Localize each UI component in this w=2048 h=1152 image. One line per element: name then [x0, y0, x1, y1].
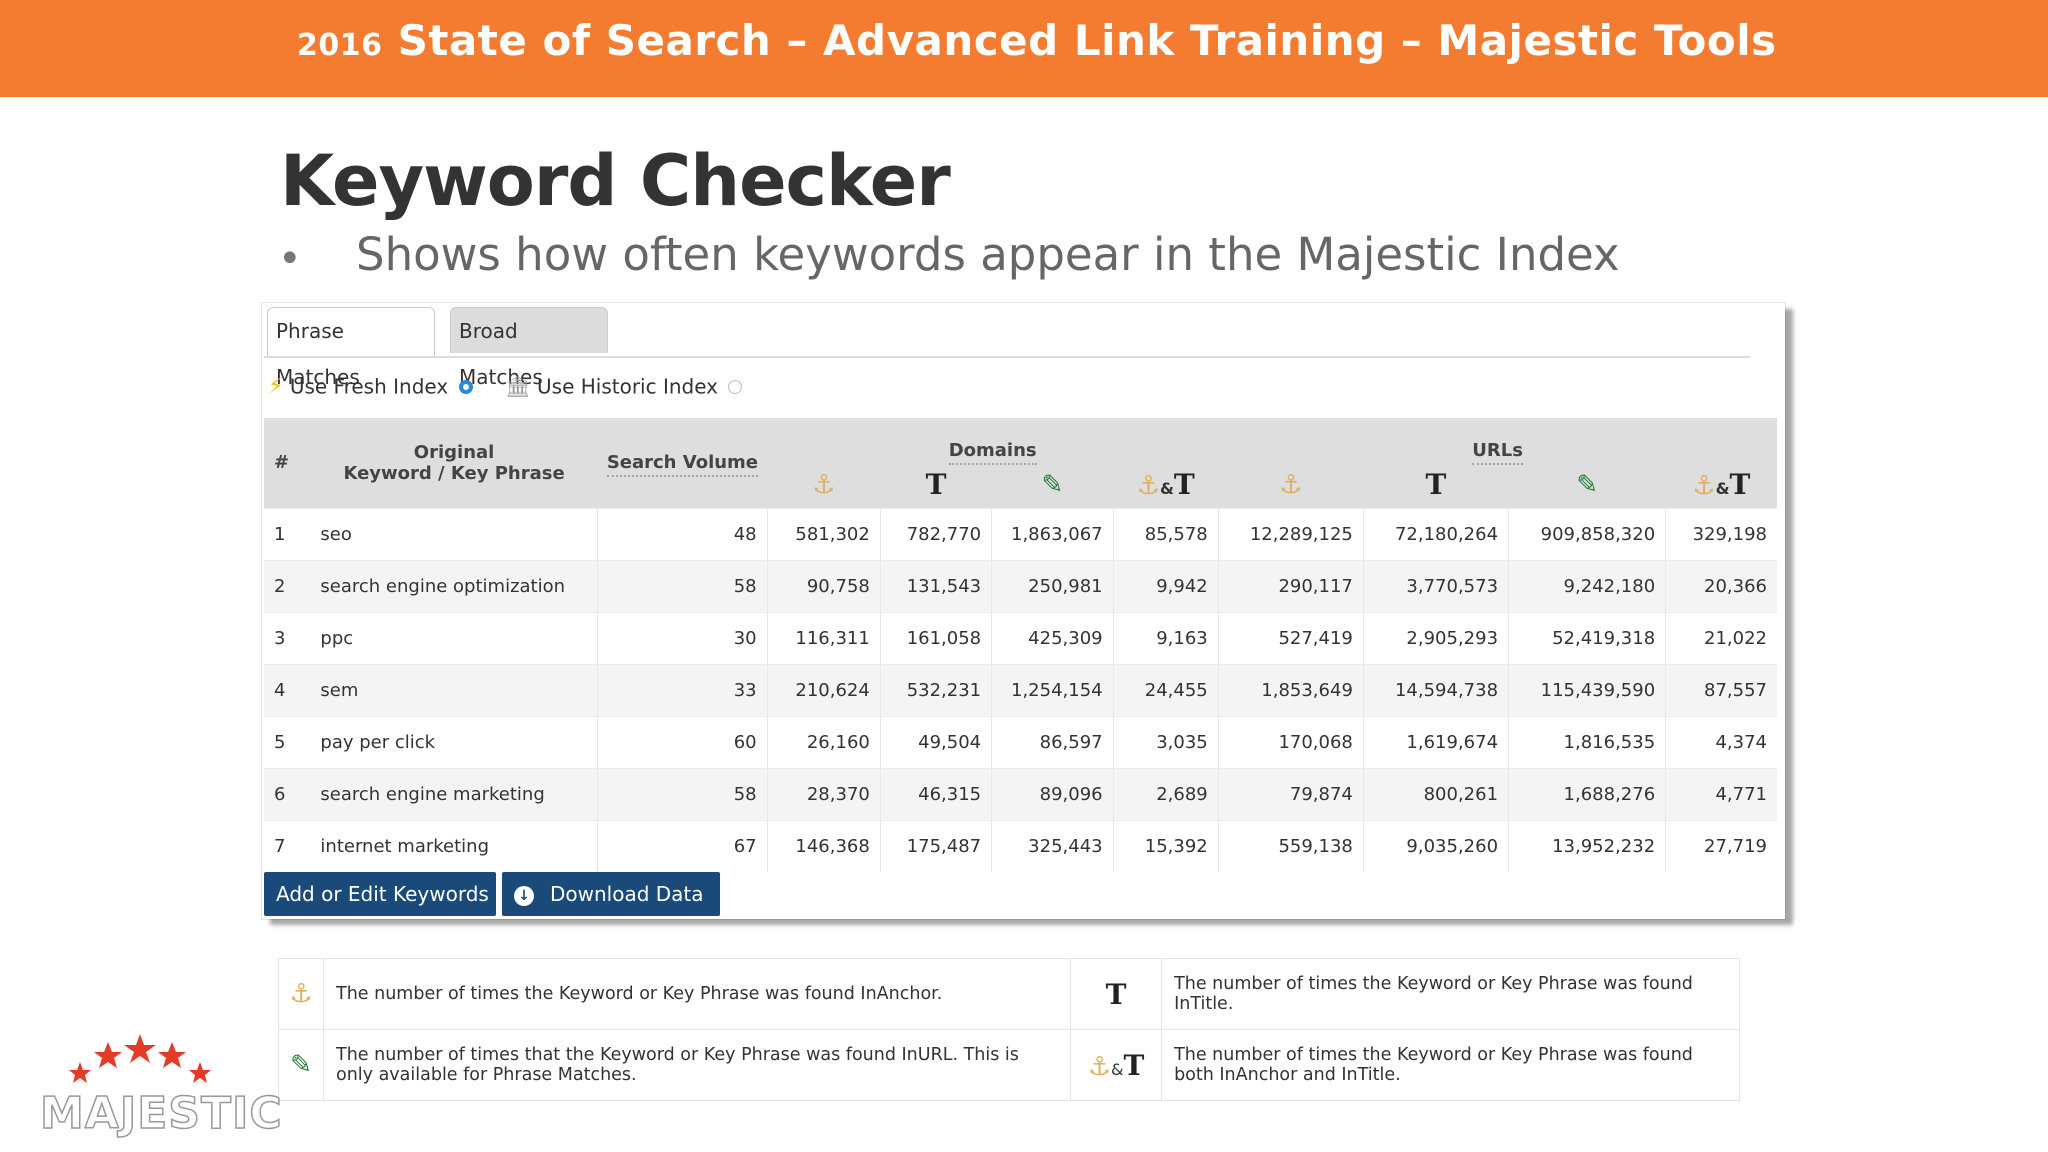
legend-url-text: The number of times that the Keyword or …: [322, 1029, 1072, 1101]
legend-anchor-text: The number of times the Keyword or Key P…: [322, 958, 1072, 1030]
title-T-icon: T: [1729, 468, 1751, 502]
col-domains-url[interactable]: ✎: [992, 462, 1113, 508]
col-urls-anchor[interactable]: ⚓: [1218, 462, 1363, 508]
url-pen-icon: ✎: [1041, 469, 1064, 500]
download-data-button[interactable]: ↓ Download Data: [502, 872, 720, 916]
col-domains-title[interactable]: T: [880, 462, 991, 508]
fresh-index-radio[interactable]: [458, 379, 473, 394]
anchor-icon: ⚓: [1692, 471, 1716, 502]
col-group-urls: URLs: [1218, 418, 1777, 465]
url-pen-icon: ✎: [290, 1050, 312, 1080]
legend-row: ✎ The number of times that the Keyword o…: [278, 1029, 1740, 1101]
add-edit-keywords-button[interactable]: Add or Edit Keywords: [264, 872, 496, 916]
download-icon: ↓: [514, 885, 534, 906]
url-pen-icon: ✎: [1576, 469, 1598, 500]
table-row: 7 internet marketing 67 146,368 175,487 325…: [264, 819, 1777, 872]
col-urls-url[interactable]: ✎: [1509, 462, 1666, 508]
bullet-marker: •: [278, 236, 302, 282]
title-T-icon: T: [1173, 468, 1195, 502]
table-row: 3 ppc 30 116,311 161,058 425,309 9,163 527,4…: [264, 611, 1777, 664]
tab-phrase-matches[interactable]: Phrase Matches: [267, 307, 435, 389]
title-T-icon: T: [1105, 977, 1127, 1011]
anchor-icon: ⚓: [1087, 1051, 1112, 1082]
anchor-icon: ⚓: [1136, 471, 1160, 502]
keyword-checker-panel: Phrase Matches Broad Matches ⚡ Use Fresh…: [262, 303, 1785, 919]
majestic-logo-text: MAJESTIC: [39, 1087, 283, 1140]
table-row: 6 search engine marketing 58 28,370 46,315…: [264, 767, 1777, 820]
legend-both-text: The number of times the Keyword or Key P…: [1161, 1029, 1740, 1101]
tab-bar: Phrase Matches Broad Matches: [264, 307, 1750, 389]
table-row: 4 sem 33 210,624 532,231 1,254,154 24,455 1,…: [264, 663, 1777, 716]
legend-row: ⚓ The number of times the Keyword or Key…: [278, 958, 1740, 1030]
banner-title: 2016 State of Search – Advanced Link Tra…: [297, 16, 1777, 65]
col-urls-anchor-title[interactable]: ⚓&T: [1666, 462, 1777, 508]
table-row: 1 seo 48 581,302 782,770 1,863,067 85,578 12…: [264, 507, 1777, 560]
col-domains-anchor[interactable]: ⚓: [767, 462, 880, 508]
col-keyword: Original Keyword / Key Phrase: [343, 441, 565, 484]
bank-icon: 🏛: [505, 374, 531, 399]
historic-index-label: Use Historic Index: [537, 374, 719, 399]
col-search-volume[interactable]: Search Volume: [598, 418, 767, 508]
title-T-icon: T: [1123, 1048, 1145, 1082]
anchor-icon: ⚓: [1279, 469, 1303, 500]
fresh-index-label: Use Fresh Index: [289, 374, 449, 399]
header-banner: 2016 State of Search – Advanced Link Tra…: [0, 0, 2048, 97]
table-row: 2 search engine optimization 58 90,758 131…: [264, 559, 1777, 612]
tab-broad-matches[interactable]: Broad Matches: [450, 307, 608, 389]
lightning-icon: ⚡: [268, 374, 284, 399]
legend-title-text: The number of times the Keyword or Key P…: [1161, 958, 1740, 1030]
col-number: #: [274, 452, 290, 474]
col-urls-title[interactable]: T: [1363, 462, 1508, 508]
anchor-icon: ⚓: [812, 469, 836, 500]
slide-bullet: Shows how often keywords appear in the M…: [356, 228, 1620, 281]
anchor-icon: ⚓: [289, 979, 313, 1009]
title-T-icon: T: [1425, 468, 1447, 502]
legend-table: ⚓ The number of times the Keyword or Key…: [278, 958, 1740, 1101]
keyword-table: # Original Keyword / Key Phrase Search V…: [264, 418, 1777, 872]
title-T-icon: T: [925, 468, 947, 502]
slide-title: Keyword Checker: [280, 140, 951, 222]
col-group-domains: Domains: [767, 418, 1218, 465]
historic-index-radio[interactable]: [728, 379, 743, 394]
col-domains-anchor-title[interactable]: ⚓&T: [1113, 462, 1218, 508]
index-selector: ⚡ Use Fresh Index 🏛 Use Historic Index: [268, 373, 746, 399]
table-row: 5 pay per click 60 26,160 49,504 86,597 3,0…: [264, 715, 1777, 768]
